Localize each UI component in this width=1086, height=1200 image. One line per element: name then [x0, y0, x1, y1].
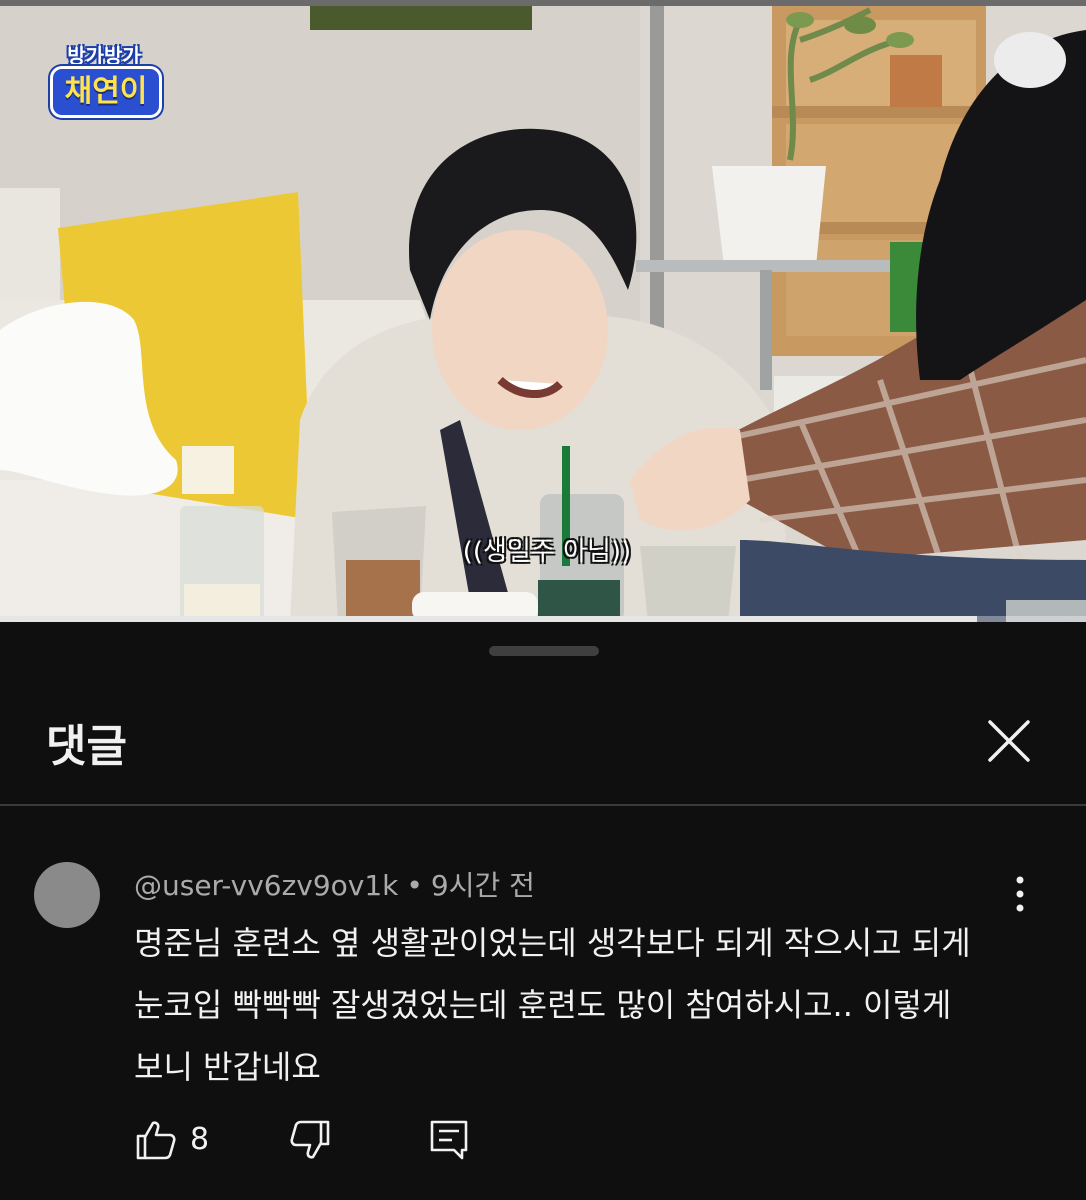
dislike-button[interactable]: [288, 1118, 332, 1162]
channel-logo: 방가방가 채연이: [48, 40, 162, 118]
reply-icon: [430, 1120, 468, 1160]
reply-button[interactable]: [428, 1118, 472, 1162]
video-frame: [0, 0, 1086, 622]
comment-author[interactable]: @user-vv6zv9ov1k: [134, 869, 398, 902]
meta-separator: •: [406, 869, 423, 902]
like-button[interactable]: [134, 1118, 178, 1162]
comment-text: 명준님 훈련소 옆 생활관이었는데 생각보다 되게 작으시고 되게 눈코입 빡빡…: [134, 924, 971, 1086]
more-vert-icon: [1016, 876, 1024, 912]
channel-logo-text-main: 채연이: [50, 66, 162, 118]
close-button[interactable]: [982, 714, 1036, 768]
more-options-button[interactable]: [1000, 874, 1040, 914]
comment-meta: @user-vv6zv9ov1k • 9시간 전: [134, 864, 535, 904]
comment-time: 9시간 전: [430, 869, 535, 902]
drag-handle[interactable]: [489, 646, 599, 656]
avatar[interactable]: [34, 862, 100, 928]
header-divider: [0, 804, 1086, 806]
thumbs-down-icon: [290, 1120, 330, 1159]
like-count: 8: [190, 1122, 210, 1157]
close-icon: [988, 720, 1030, 762]
comments-title: 댓글: [46, 721, 127, 772]
video-caption: ((생일주 아님)): [462, 537, 632, 567]
thumbs-up-icon: [136, 1121, 176, 1160]
video-player[interactable]: 방가방가 채연이 ((생일주 아님)): [0, 0, 1086, 622]
channel-logo-text-top: 방가방가: [67, 44, 141, 68]
video-top-bar: [0, 0, 1086, 6]
comments-panel: 댓글 @user-vv6zv9ov1k • 9시간 전 명준님 훈련소 옆 생활관이…: [0, 622, 1086, 1200]
